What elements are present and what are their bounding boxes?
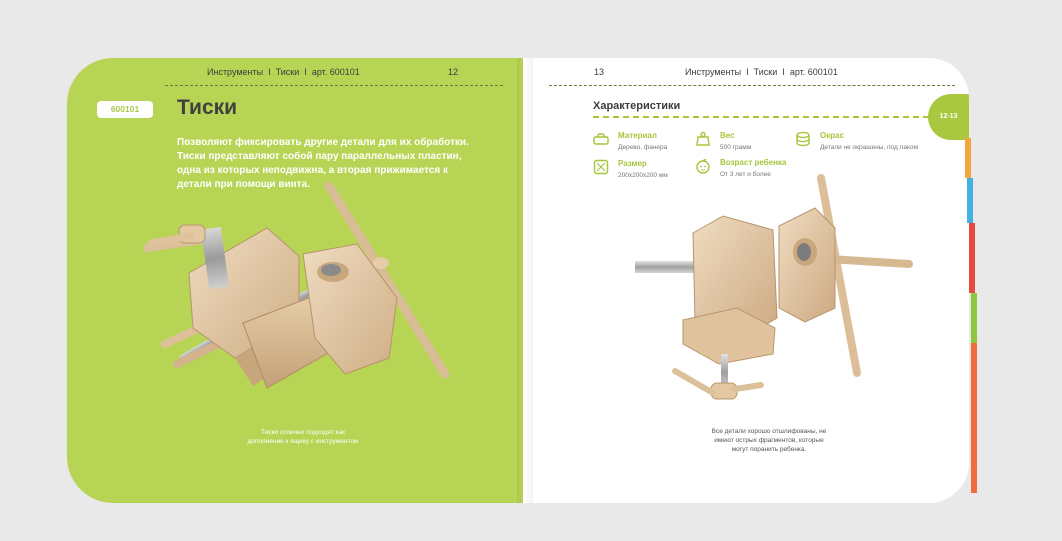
right-page: 13 Инструменты I Тиски I арт. 600101 Хар… <box>523 58 969 503</box>
edge-tab <box>971 293 977 343</box>
left-page: Инструменты I Тиски I арт. 600101 12 600… <box>67 58 523 503</box>
edge-tab <box>971 343 977 493</box>
book-spread: Инструменты I Тиски I арт. 600101 12 600… <box>67 58 979 503</box>
right-caption: Все детали хорошо отшлифованы, не имеют … <box>711 428 827 453</box>
book-spine <box>517 58 533 503</box>
edge-tab <box>969 223 975 293</box>
left-caption: Тиски отлично подходят как дополнение к … <box>247 429 359 445</box>
edge-tab <box>967 178 973 223</box>
edge-tab <box>965 138 971 178</box>
